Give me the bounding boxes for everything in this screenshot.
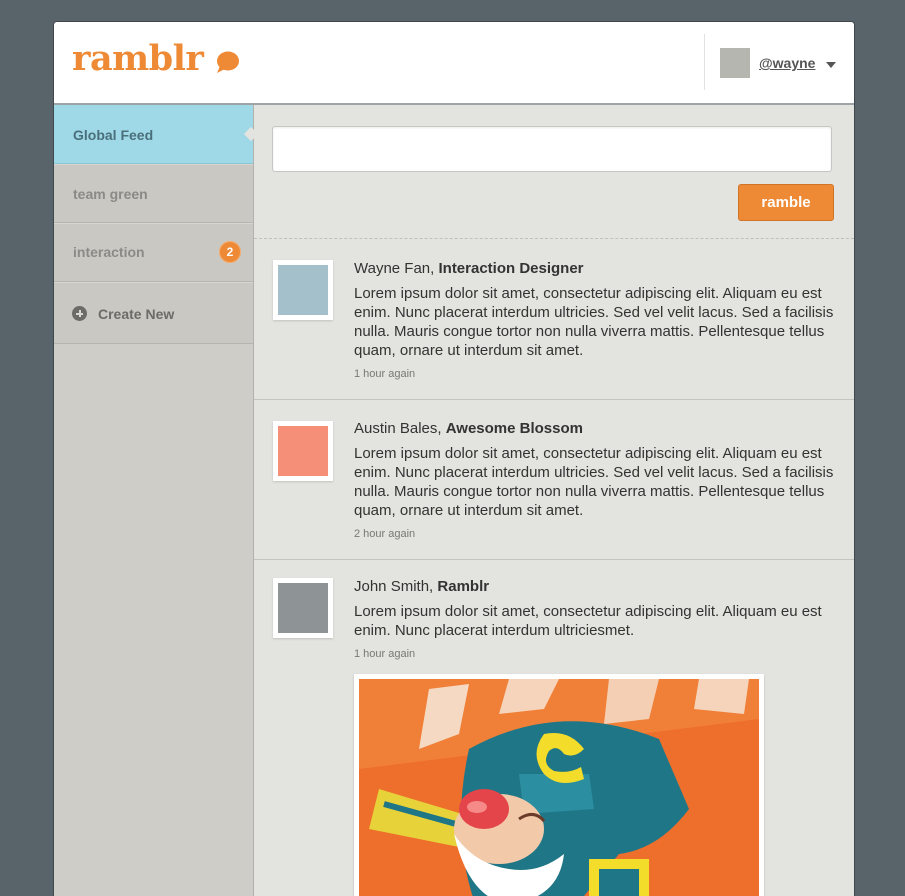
post-avatar[interactable] [273, 260, 333, 320]
post-timestamp: 1 hour again [354, 648, 416, 660]
speech-bubble-icon [217, 51, 239, 73]
post-author[interactable]: John Smith, [354, 578, 433, 595]
avatar-image [278, 583, 328, 633]
post-body: Lorem ipsum dolor sit amet, consectetur … [354, 603, 822, 639]
logo[interactable]: ramblr [72, 38, 204, 79]
post-image[interactable] [354, 674, 764, 896]
feed-post: Wayne Fan, Interaction Designer Lorem ip… [254, 239, 854, 400]
username-link[interactable]: @wayne [759, 55, 815, 71]
user-avatar[interactable] [720, 48, 750, 78]
app-window: ramblr @wayne Global Feed team green int… [53, 21, 855, 896]
chevron-down-icon[interactable] [826, 62, 836, 68]
create-new-label: Create New [98, 306, 175, 322]
header-divider [704, 34, 705, 90]
avatar-image [278, 426, 328, 476]
header: ramblr @wayne [54, 22, 854, 105]
main-feed: ramble Wayne Fan, Interaction Designer L… [254, 105, 854, 896]
ramble-button[interactable]: ramble [738, 184, 834, 221]
post-header: Austin Bales, Awesome Blossom [354, 420, 583, 437]
post-header: John Smith, Ramblr [354, 578, 489, 595]
create-new-button[interactable]: Create New [54, 282, 253, 344]
post-role: Awesome Blossom [445, 420, 583, 437]
sidebar-item-team-green[interactable]: team green [54, 164, 253, 223]
post-avatar[interactable] [273, 578, 333, 638]
avatar-image [278, 265, 328, 315]
sidebar: Global Feed team green interaction 2 Cre… [54, 105, 259, 896]
post-author[interactable]: Austin Bales, [354, 420, 442, 437]
compose-input[interactable] [272, 126, 832, 172]
sidebar-item-interaction[interactable]: interaction 2 [54, 223, 253, 282]
plus-circle-icon [72, 306, 87, 321]
sidebar-item-label: interaction [73, 244, 145, 260]
post-role: Ramblr [437, 578, 490, 595]
post-avatar[interactable] [273, 421, 333, 481]
post-author[interactable]: Wayne Fan, [354, 260, 434, 277]
cartoon-illustration [359, 679, 759, 896]
post-body: Lorem ipsum dolor sit amet, consectetur … [354, 445, 834, 519]
post-header: Wayne Fan, Interaction Designer [354, 260, 584, 277]
post-timestamp: 2 hour again [354, 528, 416, 540]
notification-badge: 2 [219, 241, 241, 263]
post-role: Interaction Designer [438, 260, 584, 277]
post-body: Lorem ipsum dolor sit amet, consectetur … [354, 285, 834, 359]
sidebar-item-global-feed[interactable]: Global Feed [54, 105, 259, 164]
feed-post: Austin Bales, Awesome Blossom Lorem ipsu… [254, 400, 854, 560]
sidebar-item-label: team green [73, 186, 148, 202]
post-timestamp: 1 hour again [354, 368, 416, 380]
sidebar-item-label: Global Feed [73, 127, 154, 143]
